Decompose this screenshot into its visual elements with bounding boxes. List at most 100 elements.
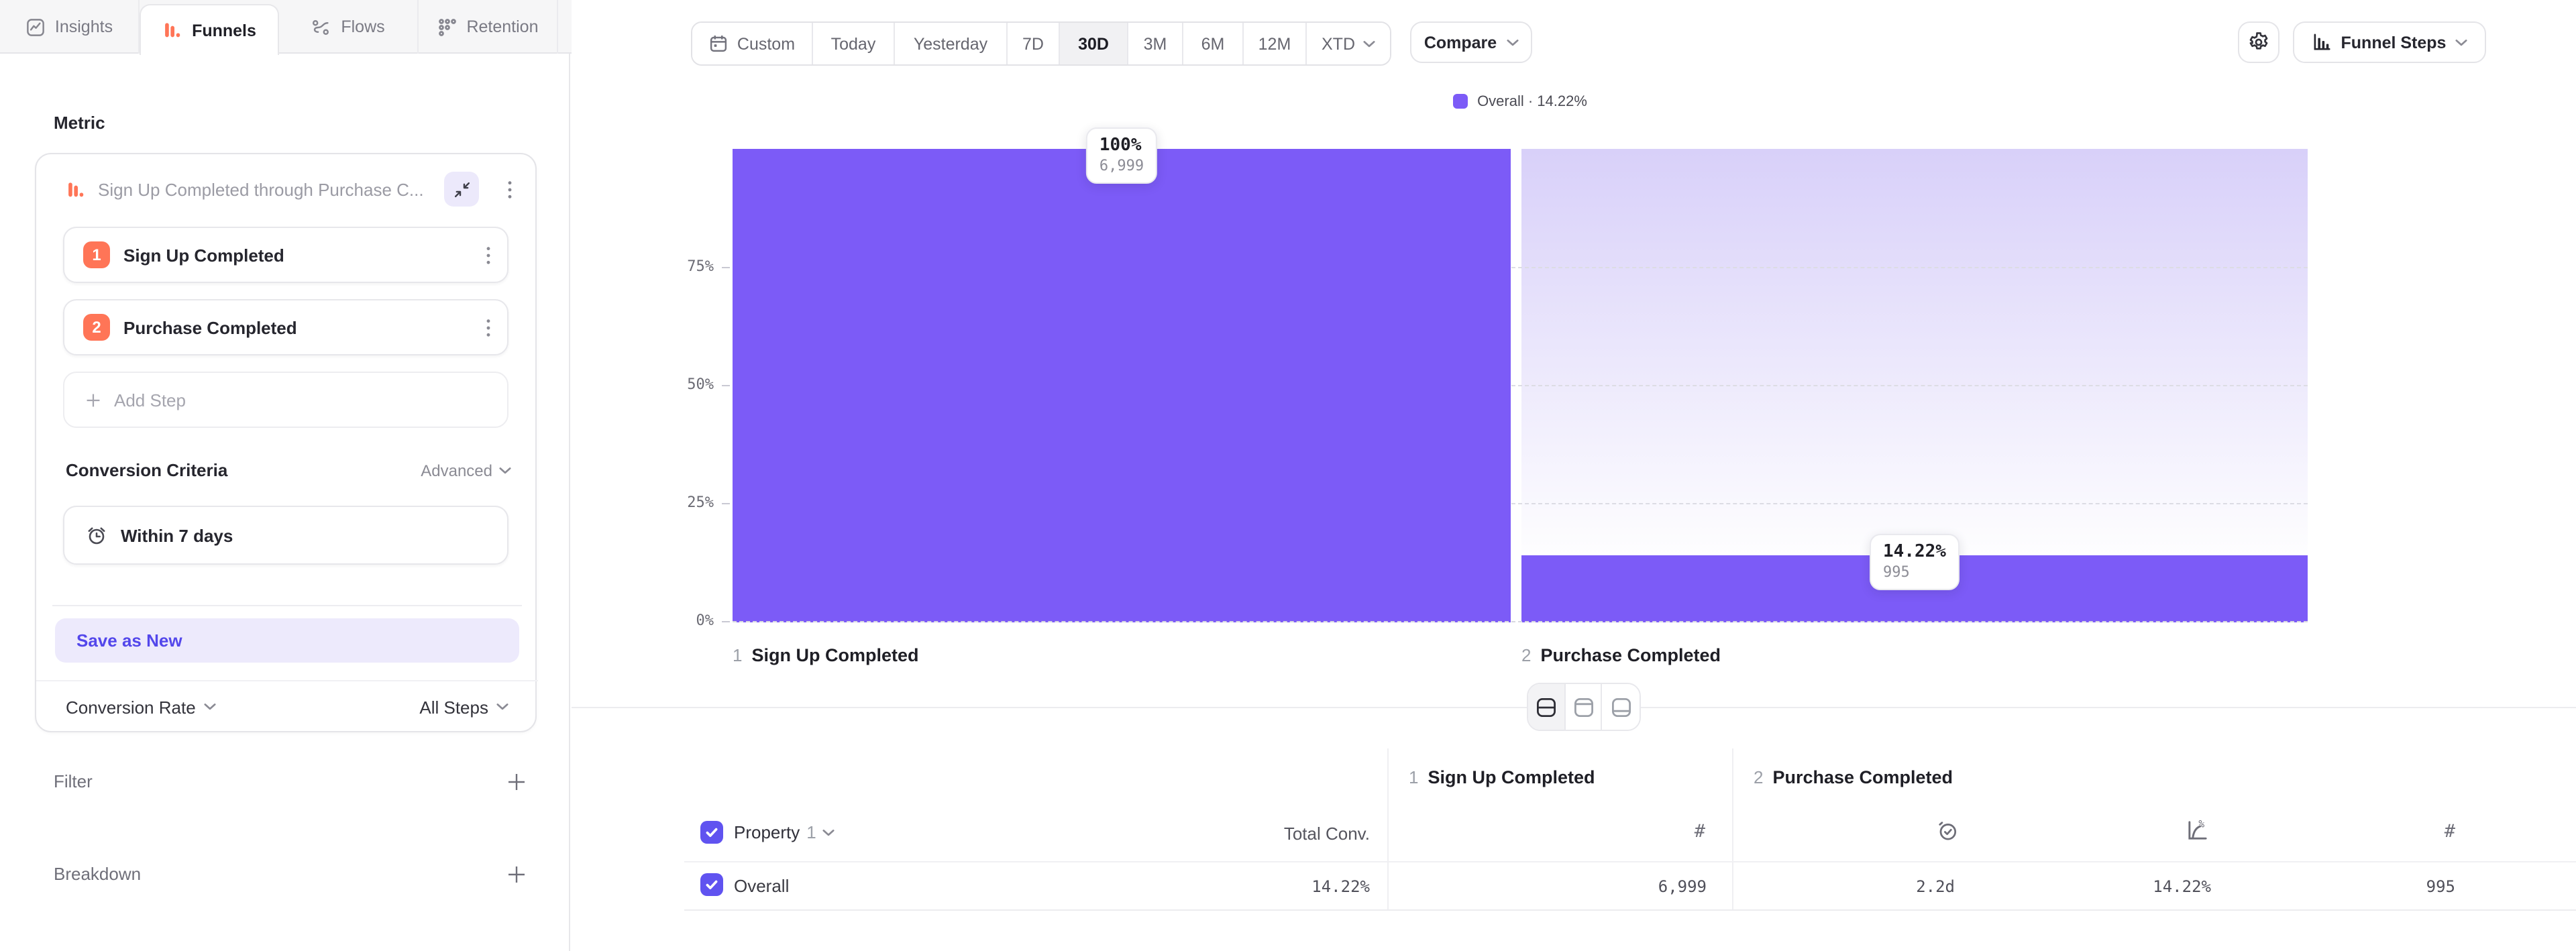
tab-retention[interactable]: Retention xyxy=(419,0,558,54)
range-custom[interactable]: Custom xyxy=(692,23,813,64)
tab-label: Flows xyxy=(341,17,384,36)
compare-button[interactable]: Compare xyxy=(1410,21,1532,63)
range-today[interactable]: Today xyxy=(813,23,895,64)
gear-icon xyxy=(2247,31,2270,54)
y-axis-tick-25: 25% xyxy=(647,494,714,512)
divider xyxy=(52,605,522,606)
step-name: Purchase Completed xyxy=(1772,767,1953,787)
measure-label: Conversion Rate xyxy=(66,697,196,717)
step-number-badge: 2 xyxy=(83,314,110,341)
step-label: Purchase Completed xyxy=(123,317,297,337)
steps-scope-dropdown[interactable]: All Steps xyxy=(419,697,508,717)
count-hash-icon: # xyxy=(2388,821,2455,842)
advanced-label: Advanced xyxy=(421,461,492,480)
row-step2-rate: 14.22% xyxy=(2023,877,2211,896)
layout-chart-only-button[interactable] xyxy=(1565,684,1602,730)
steps-scope-label: All Steps xyxy=(419,697,488,717)
tab-label: Funnels xyxy=(192,21,256,40)
range-30d[interactable]: 30D xyxy=(1060,23,1128,64)
settings-button[interactable] xyxy=(2238,21,2279,63)
add-step-button[interactable]: Add Step xyxy=(63,372,508,428)
tab-funnels[interactable]: Funnels xyxy=(140,4,279,55)
y-axis-tick-0: 0% xyxy=(647,612,714,630)
metric-menu-button[interactable] xyxy=(495,172,525,207)
row-checkbox[interactable] xyxy=(700,873,723,896)
chevron-down-icon xyxy=(499,466,511,474)
compare-label: Compare xyxy=(1424,33,1497,52)
step-name: Sign Up Completed xyxy=(1428,767,1595,787)
chart-legend[interactable]: Overall · 14.22% xyxy=(733,91,2308,111)
bar-pct: 14.22% xyxy=(1883,542,1946,562)
range-7d[interactable]: 7D xyxy=(1008,23,1060,64)
legend-swatch xyxy=(1453,94,1468,109)
layout-toggle-group xyxy=(1527,683,1641,731)
step-menu-button[interactable] xyxy=(486,245,491,265)
check-icon xyxy=(704,825,719,840)
date-range-control: Custom Today Yesterday 7D 30D 3M 6M 12M … xyxy=(691,21,1391,66)
plus-icon xyxy=(507,864,526,883)
retention-dots-icon xyxy=(437,17,457,37)
chevron-down-icon xyxy=(1363,40,1375,48)
add-breakdown-button[interactable] xyxy=(507,864,526,883)
step-menu-button[interactable] xyxy=(486,317,491,337)
axis-tickmark xyxy=(722,267,730,268)
range-label: Yesterday xyxy=(914,34,987,53)
breakdown-section: Breakdown xyxy=(54,864,526,884)
funnel-step-2[interactable]: 2 Purchase Completed xyxy=(63,299,508,355)
x-axis-label-step-2: 2 Purchase Completed xyxy=(1521,645,1721,665)
chevron-down-icon xyxy=(204,703,216,711)
advanced-dropdown[interactable]: Advanced xyxy=(421,461,511,480)
axis-tickmark xyxy=(722,385,730,386)
conversion-rate-chart-icon: % xyxy=(2186,818,2210,842)
chevron-down-icon xyxy=(2455,38,2467,46)
range-yesterday[interactable]: Yesterday xyxy=(895,23,1008,64)
measure-dropdown[interactable]: Conversion Rate xyxy=(66,697,216,717)
split-layout-icon xyxy=(1536,697,1556,717)
save-as-new-label: Save as New xyxy=(76,630,182,651)
range-3m[interactable]: 3M xyxy=(1128,23,1183,64)
tab-insights[interactable]: Insights xyxy=(0,0,140,54)
range-6m[interactable]: 6M xyxy=(1183,23,1244,64)
avg-time-clock-icon xyxy=(1936,820,1959,842)
conversion-window-label: Within 7 days xyxy=(121,525,233,545)
property-value: 1 xyxy=(806,822,816,842)
save-as-new-button[interactable]: Save as New xyxy=(55,618,519,663)
layout-split-button[interactable] xyxy=(1528,684,1565,730)
range-12m[interactable]: 12M xyxy=(1244,23,1307,64)
y-axis-tick-75: 75% xyxy=(647,258,714,276)
collapse-metric-button[interactable] xyxy=(444,172,479,207)
select-all-checkbox[interactable] xyxy=(700,821,723,844)
bar-value-label-step-2: 14.22% 995 xyxy=(1870,534,1960,590)
bar-step-1[interactable] xyxy=(733,149,1511,622)
layout-table-only-button[interactable] xyxy=(1603,684,1640,730)
bar-value-label-step-1: 100% 6,999 xyxy=(1086,127,1157,184)
chart-only-layout-icon xyxy=(1573,697,1593,717)
range-label: 3M xyxy=(1144,34,1167,53)
bar-pct: 100% xyxy=(1099,135,1144,156)
range-label: 6M xyxy=(1201,34,1225,53)
tab-label: Retention xyxy=(466,17,538,36)
table-group-header-step-2: 2 Purchase Completed xyxy=(1754,767,1953,787)
axis-tickmark xyxy=(722,621,730,622)
bar-count: 995 xyxy=(1883,563,1946,581)
add-filter-button[interactable] xyxy=(507,772,526,791)
range-label: Custom xyxy=(737,34,795,53)
check-icon xyxy=(704,877,719,892)
step-number-badge: 1 xyxy=(83,241,110,268)
table-group-header-step-1: 1 Sign Up Completed xyxy=(1409,767,1595,787)
property-selector[interactable]: Property 1 xyxy=(734,822,835,842)
row-step2-count: 995 xyxy=(2267,877,2455,896)
conversion-window-button[interactable]: Within 7 days xyxy=(63,506,508,565)
tab-flows[interactable]: Flows xyxy=(279,0,419,54)
breakdown-label: Breakdown xyxy=(54,864,141,884)
funnel-step-1[interactable]: 1 Sign Up Completed xyxy=(63,227,508,283)
step-number: 2 xyxy=(1521,645,1531,665)
row-step1-count: 6,999 xyxy=(1519,877,1707,896)
range-label: 7D xyxy=(1022,34,1044,53)
view-selector-button[interactable]: Funnel Steps xyxy=(2293,21,2486,63)
table-row-divider xyxy=(684,861,2576,862)
alarm-clock-icon xyxy=(86,524,107,546)
dropoff-gradient-area xyxy=(1521,149,2308,555)
funnel-steps-chart-icon xyxy=(2312,32,2332,52)
range-xtd[interactable]: XTD xyxy=(1307,23,1390,64)
